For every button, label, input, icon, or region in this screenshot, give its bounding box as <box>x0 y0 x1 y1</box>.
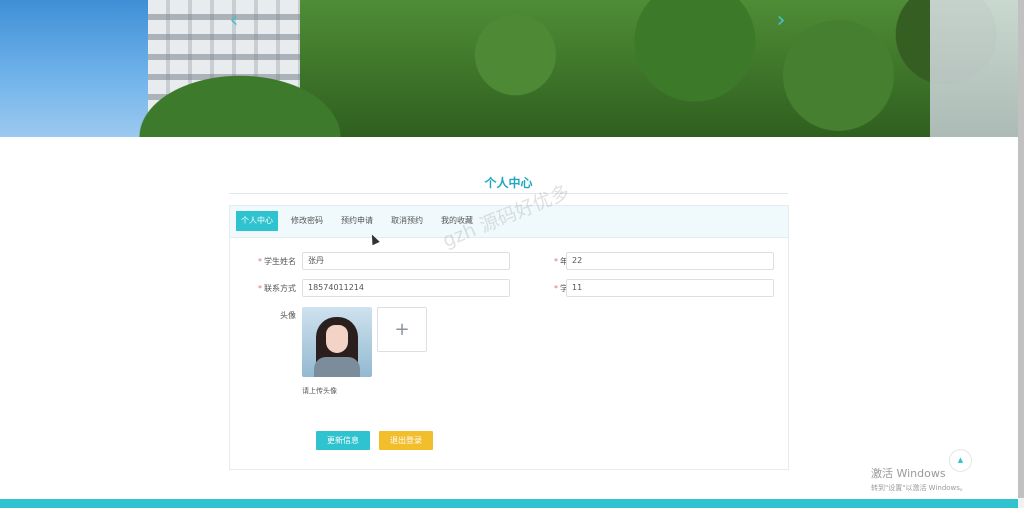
age-field[interactable]: 22 <box>566 252 774 270</box>
name-label-text: 学生姓名 <box>264 257 296 266</box>
avatar[interactable] <box>302 307 372 377</box>
avatar-label: 头像 <box>236 310 296 321</box>
name-field[interactable]: 张丹 <box>302 252 510 270</box>
chevron-right-icon[interactable]: › <box>771 10 791 32</box>
tab-change-password[interactable]: 修改密码 <box>286 211 328 231</box>
avatar-upload-button[interactable]: + <box>377 307 427 352</box>
windows-activation-notice: 激活 Windows 转到"设置"以激活 Windows。 <box>871 465 967 493</box>
arrow-up-icon: ▲ <box>957 456 964 464</box>
activation-title: 激活 Windows <box>871 467 946 480</box>
scrollbar-thumb[interactable] <box>1018 0 1024 498</box>
required-mark: * <box>258 257 262 266</box>
required-mark: * <box>258 284 262 293</box>
footer-bar <box>0 499 1018 508</box>
avatar-face <box>326 325 348 353</box>
title-divider <box>229 193 788 194</box>
update-info-button[interactable]: 更新信息 <box>316 431 370 450</box>
required-mark: * <box>554 257 558 266</box>
name-label: * 学生姓名 <box>236 256 296 267</box>
avatar-upload-hint: 请上传头像 <box>302 387 337 395</box>
tab-reservation-request[interactable]: 预约申请 <box>336 211 378 231</box>
logout-button[interactable]: 退出登录 <box>379 431 433 450</box>
phone-label: * 联系方式 <box>236 283 296 294</box>
avatar-body <box>314 357 360 377</box>
avatar-label-text: 头像 <box>280 311 296 320</box>
banner-right-building <box>930 0 1018 137</box>
banner-trees-lower <box>130 70 350 137</box>
required-mark: * <box>554 284 558 293</box>
banner-trees <box>300 0 1018 137</box>
tab-personal-center[interactable]: 个人中心 <box>236 211 278 231</box>
page-scrollbar[interactable] <box>1018 0 1024 508</box>
tab-cancel-reservation[interactable]: 取消预约 <box>386 211 428 231</box>
phone-label-text: 联系方式 <box>264 284 296 293</box>
profile-panel: 个人中心 修改密码 预约申请 取消预约 我的收藏 *学生姓名 张丹 *年龄 22… <box>229 205 789 470</box>
student-id-field[interactable]: 11 <box>566 279 774 297</box>
chevron-left-icon[interactable]: ‹ <box>224 10 244 32</box>
page-title: 个人中心 <box>484 176 533 190</box>
phone-field[interactable]: 18574011214 <box>302 279 510 297</box>
banner-carousel: ‹ › <box>0 0 1018 137</box>
activation-subtitle: 转到"设置"以激活 Windows。 <box>871 484 967 492</box>
plus-icon: + <box>394 319 410 340</box>
